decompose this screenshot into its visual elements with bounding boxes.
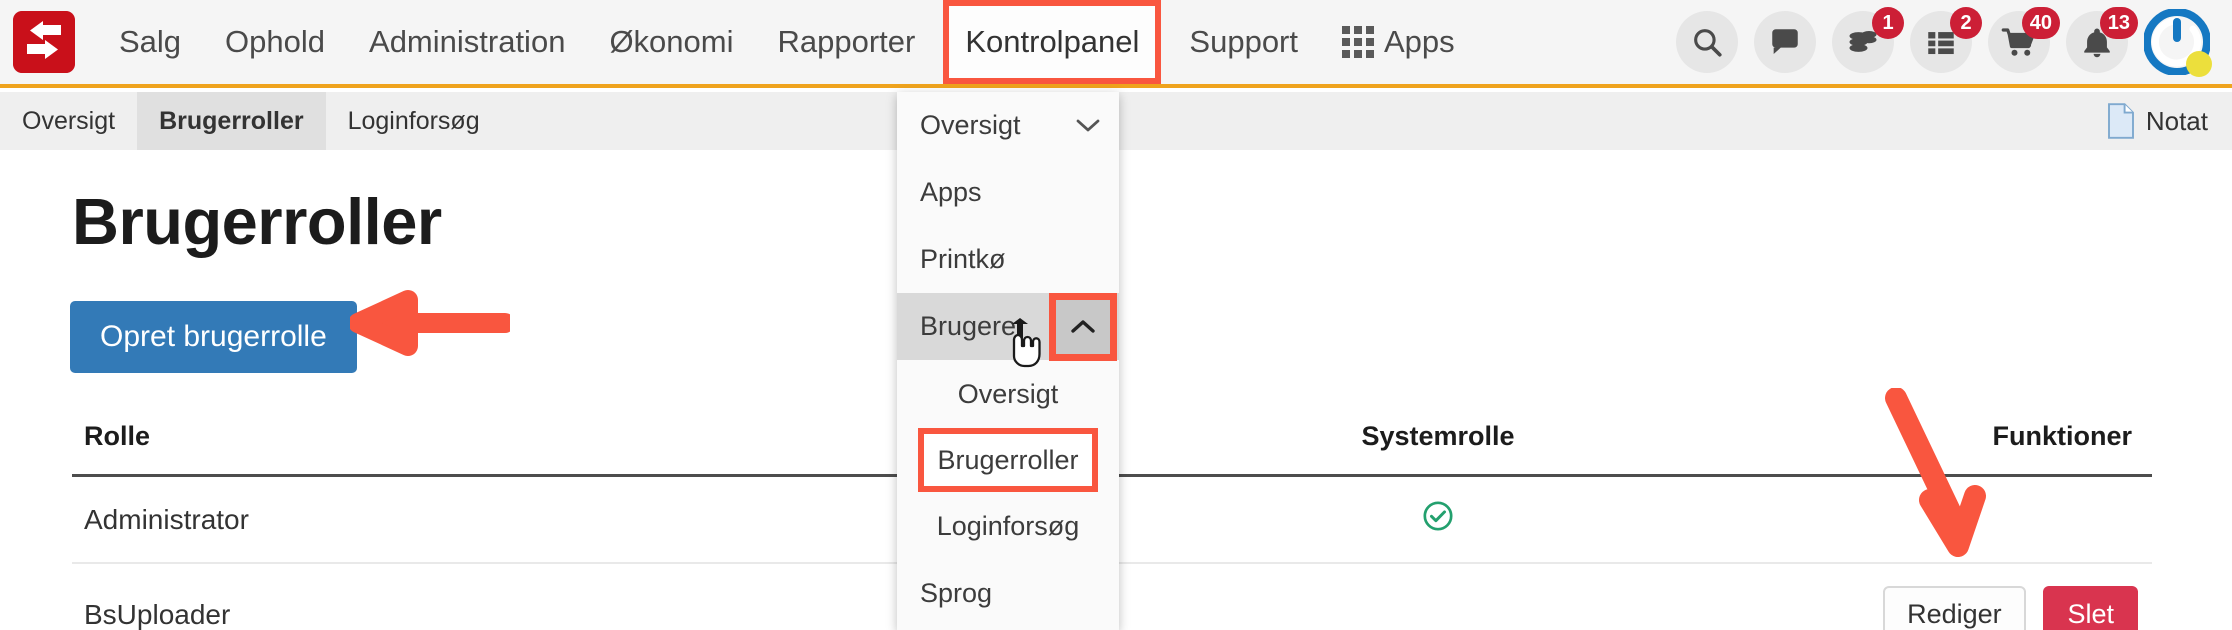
check-circle-icon: [1423, 501, 1453, 531]
cell-systemrolle: [1152, 475, 1712, 564]
subnav-item-loginforsog[interactable]: Loginforsøg: [326, 92, 502, 150]
list-button[interactable]: 2: [1910, 7, 1982, 73]
dropdown-item-oversigt[interactable]: Oversigt: [897, 92, 1119, 159]
notat-label: Notat: [2145, 105, 2208, 136]
chevron-down-icon[interactable]: [1075, 118, 1101, 134]
finance-badge: 1: [1872, 7, 1904, 39]
company-logo[interactable]: [13, 11, 75, 73]
cell-systemrolle: [1152, 563, 1712, 630]
search-icon: [1694, 29, 1722, 57]
nav-item-okonomi[interactable]: Økonomi: [587, 0, 755, 84]
dropdown-item-label: Apps: [920, 177, 982, 207]
dropdown-subitem-label: Oversigt: [957, 378, 1059, 409]
subnav-item-brugerroller[interactable]: Brugerroller: [137, 92, 326, 150]
mouse-cursor: [1000, 318, 1050, 381]
notifications-button[interactable]: 13: [2066, 7, 2138, 73]
dropdown-item-label: Sprog: [920, 578, 993, 608]
subnav-item-oversigt[interactable]: Oversigt: [0, 92, 137, 150]
document-page-icon: [2107, 103, 2134, 139]
top-navigation-bar: Salg Ophold Administration Økonomi Rappo…: [0, 0, 2232, 88]
cell-funktioner: Rediger Slet: [1712, 563, 2152, 630]
nav-item-kontrolpanel[interactable]: Kontrolpanel: [943, 0, 1162, 84]
dropdown-subitem-loginforsog[interactable]: Loginforsøg: [897, 492, 1119, 560]
nav-item-ophold[interactable]: Ophold: [203, 0, 347, 84]
dropdown-item-label: Oversigt: [920, 110, 1021, 140]
delete-button[interactable]: Slet: [2043, 586, 2138, 630]
notat-button[interactable]: Notat: [2106, 103, 2232, 139]
app-window: Salg Ophold Administration Økonomi Rappo…: [0, 0, 2232, 630]
apps-label: Apps: [1384, 24, 1455, 59]
dropdown-subitem-label: Brugerroller: [937, 444, 1079, 475]
dropdown-subitem-brugerroller[interactable]: Brugerroller: [918, 428, 1098, 492]
nav-item-salg[interactable]: Salg: [97, 0, 203, 84]
cell-funktioner: [1712, 475, 2152, 564]
dropdown-item-apps[interactable]: Apps: [897, 159, 1119, 226]
page-title: Brugerroller: [72, 185, 442, 258]
dropdown-item-label: Printkø: [920, 244, 1006, 274]
finance-button[interactable]: 1: [1832, 7, 1904, 73]
column-header-funktioner: Funktioner: [1712, 421, 2152, 477]
cart-badge: 40: [2021, 7, 2060, 39]
user-account-button[interactable]: [2143, 8, 2212, 77]
chat-button[interactable]: [1754, 11, 1816, 73]
cart-button[interactable]: 40: [1988, 7, 2060, 73]
edit-button[interactable]: Rediger: [1883, 586, 2026, 630]
top-nav-icon-group: 1 2 40 13: [1676, 0, 2232, 86]
apps-grid-icon: [1342, 26, 1374, 58]
dropdown-subitem-label: Loginforsøg: [936, 510, 1080, 541]
dropdown-item-sprog[interactable]: Sprog: [897, 560, 1119, 627]
notifications-badge: 13: [2099, 7, 2138, 39]
status-dot: [2186, 51, 2212, 77]
top-nav-items: Salg Ophold Administration Økonomi Rappo…: [97, 0, 1477, 86]
chat-bubble-icon: [1772, 29, 1798, 55]
nav-item-administration[interactable]: Administration: [347, 0, 587, 84]
column-header-systemrolle: Systemrolle: [1152, 421, 1712, 477]
list-badge: 2: [1950, 7, 1982, 39]
chevron-up-toggle-icon[interactable]: [1049, 293, 1117, 361]
dropdown-item-printko[interactable]: Printkø: [897, 226, 1119, 293]
nav-item-rapporter[interactable]: Rapporter: [755, 0, 937, 84]
nav-item-support[interactable]: Support: [1167, 0, 1320, 84]
search-button[interactable]: [1676, 11, 1738, 73]
create-user-role-button[interactable]: Opret brugerrolle: [70, 301, 357, 373]
nav-item-apps[interactable]: Apps: [1320, 24, 1477, 60]
